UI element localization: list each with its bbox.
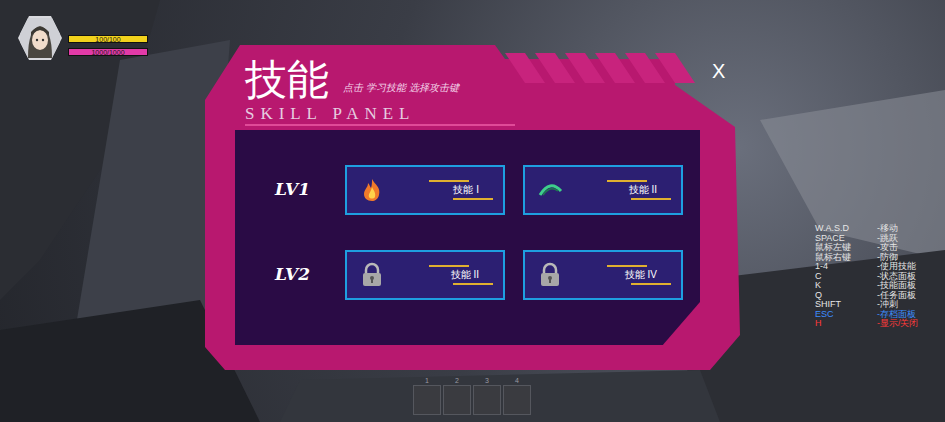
control-key: C	[815, 272, 877, 282]
hotbar-box[interactable]	[443, 385, 471, 415]
hotbar-box[interactable]	[503, 385, 531, 415]
control-action: -使用技能	[877, 262, 919, 272]
control-key: ESC	[815, 310, 877, 320]
skill-line	[453, 283, 493, 285]
lock-icon	[359, 262, 385, 288]
skill-card[interactable]: 技能 II	[523, 165, 683, 215]
tier-label: LV2	[275, 262, 345, 288]
panel-hint: 点击 学习技能 选择攻击键	[343, 80, 459, 95]
stripes-icon	[495, 53, 695, 93]
hp-bar-reading: 100/100	[69, 36, 147, 42]
skill-label-group: 技能 II	[429, 265, 479, 285]
mp-bar-reading: 1000/1000	[69, 49, 147, 55]
title-row: 技能点击 学习技能 选择攻击键	[245, 59, 745, 101]
control-action: -存档面板	[877, 310, 919, 320]
hotbar-key: 1	[425, 376, 429, 385]
skill-name: 技能 IV	[625, 270, 657, 280]
skill-cards: 技能 II 技能 IV	[345, 250, 683, 300]
control-action: -显示/关闭	[877, 319, 919, 329]
close-button[interactable]: X	[708, 59, 729, 83]
skill-name: 技能 II	[451, 270, 479, 280]
control-key: 鼠标左键	[815, 243, 877, 253]
skill-cards: 技能 I 技能 II	[345, 165, 683, 215]
hotbar-slot[interactable]: 3	[473, 376, 501, 415]
control-action: -任务面板	[877, 291, 919, 301]
controls-legend: W.A.S.D-移动SPACE-跳跃鼠标左键-攻击鼠标右键-防御1-4-使用技能…	[815, 224, 919, 329]
panel-content: 技能点击 学习技能 选择攻击键SKILL PANELLV1技能 I技能 IILV…	[205, 45, 745, 370]
control-key: 1-4	[815, 262, 877, 272]
hotbar: 1 2 3 4	[413, 376, 531, 415]
skill-line	[429, 180, 469, 182]
panel-header: 技能点击 学习技能 选择攻击键 SKILL PANEL	[205, 45, 745, 130]
control-key: K	[815, 281, 877, 291]
avatar[interactable]	[18, 16, 62, 60]
hp-bar: 100/100	[68, 35, 148, 43]
hotbar-key: 3	[485, 376, 489, 385]
control-key: 鼠标右键	[815, 253, 877, 263]
character-portrait-icon	[20, 18, 60, 58]
skill-line	[429, 265, 469, 267]
lock-icon	[537, 262, 563, 288]
panel-title: 技能	[245, 59, 329, 101]
control-key: SPACE	[815, 234, 877, 244]
skill-label-group: 技能 I	[429, 180, 479, 200]
skill-line	[607, 265, 647, 267]
hotbar-slot[interactable]: 1	[413, 376, 441, 415]
hotbar-slot[interactable]: 2	[443, 376, 471, 415]
skill-tier: LV1 技能 I 技能 II	[275, 165, 700, 215]
control-action: -技能面板	[877, 281, 919, 291]
hotbar-box[interactable]	[413, 385, 441, 415]
control-action: -移动	[877, 224, 919, 234]
skill-card[interactable]: 技能 IV	[523, 250, 683, 300]
control-action: -跳跃	[877, 234, 919, 244]
control-key: Q	[815, 291, 877, 301]
skill-label-group: 技能 IV	[607, 265, 657, 285]
fire-icon	[359, 177, 385, 203]
skill-grid: LV1 技能 I 技能 II LV2 技能 II 技能 IV	[235, 130, 700, 345]
status-bars: 100/100 1000/1000	[68, 16, 148, 56]
control-key: H	[815, 319, 877, 329]
panel-title-en: SKILL PANEL	[245, 105, 515, 126]
skill-card[interactable]: 技能 I	[345, 165, 505, 215]
hotbar-key: 4	[515, 376, 519, 385]
hotbar-key: 2	[455, 376, 459, 385]
skill-label-group: 技能 II	[607, 180, 657, 200]
tier-label: LV1	[275, 177, 345, 203]
control-key: SHIFT	[815, 300, 877, 310]
skill-tier: LV2 技能 II 技能 IV	[275, 250, 700, 300]
arc-slash-icon	[537, 177, 563, 203]
skill-line	[631, 283, 671, 285]
control-action: -防御	[877, 253, 919, 263]
control-action: -状态面板	[877, 272, 919, 282]
control-key: W.A.S.D	[815, 224, 877, 234]
skill-line	[631, 198, 671, 200]
hotbar-slot[interactable]: 4	[503, 376, 531, 415]
skill-panel: X技能点击 学习技能 选择攻击键SKILL PANELLV1技能 I技能 IIL…	[205, 45, 745, 370]
control-action: -攻击	[877, 243, 919, 253]
skill-card[interactable]: 技能 II	[345, 250, 505, 300]
skill-line	[453, 198, 493, 200]
mp-bar: 1000/1000	[68, 48, 148, 56]
skill-name: 技能 II	[629, 185, 657, 195]
control-action: -冲刺	[877, 300, 919, 310]
skill-line	[607, 180, 647, 182]
hotbar-box[interactable]	[473, 385, 501, 415]
skill-name: 技能 I	[453, 185, 479, 195]
